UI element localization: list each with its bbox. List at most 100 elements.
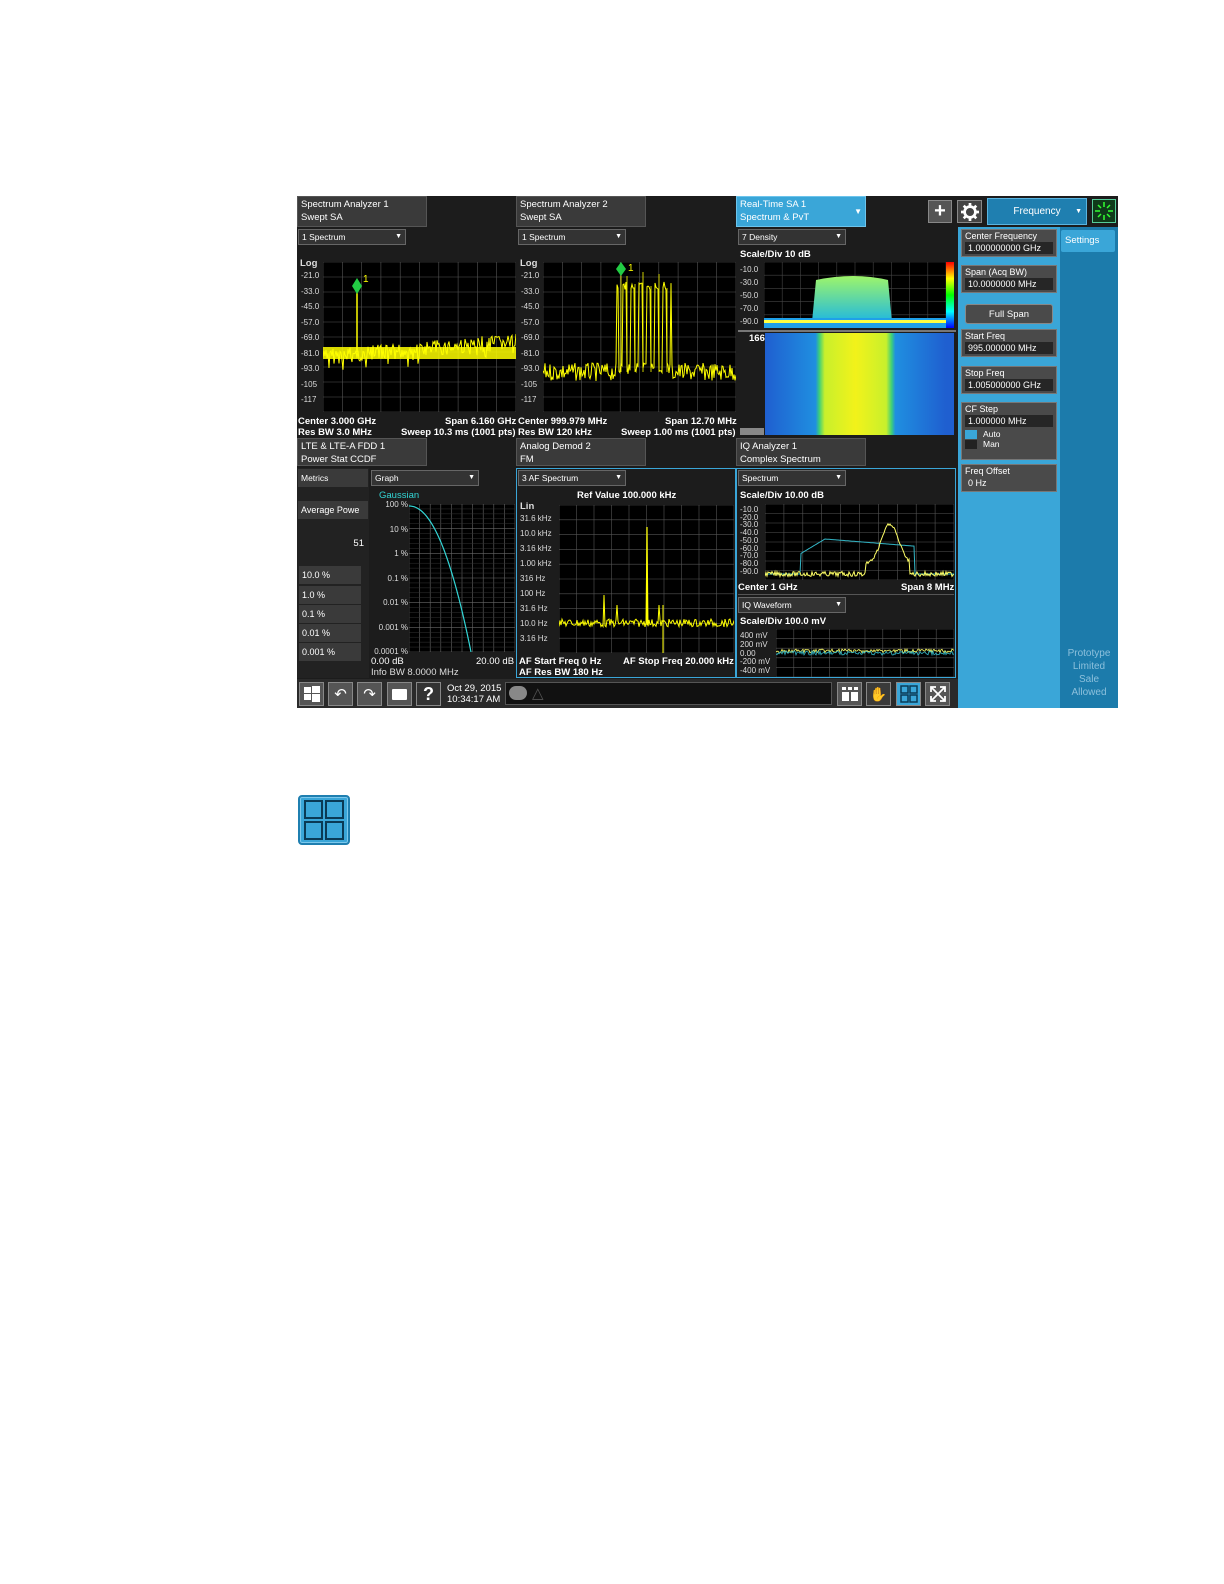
message-icon xyxy=(509,686,527,700)
full-screen-button[interactable] xyxy=(925,682,950,706)
tab-settings[interactable]: Settings xyxy=(1061,230,1115,252)
y-tick-label: 100 Hz xyxy=(520,589,546,598)
metrics-tab[interactable]: Metrics xyxy=(298,469,368,487)
windows-start-button[interactable] xyxy=(299,682,324,706)
iq-waveform-plot[interactable] xyxy=(775,628,955,678)
acquisition-status-indicator[interactable] xyxy=(1092,199,1116,223)
iq-spectrum-select[interactable]: Spectrum ▼ xyxy=(738,470,846,486)
start-freq-field[interactable]: Start Freq 995.000000 MHz xyxy=(961,329,1057,357)
density-color-scale xyxy=(946,262,954,328)
y-tick-label: -117 xyxy=(521,395,537,404)
cf-step-value: 1.000000 MHz xyxy=(965,415,1053,427)
tab-line1: Real-Time SA 1 xyxy=(740,199,807,210)
freq-offset-field[interactable]: Freq Offset 0 Hz xyxy=(961,464,1057,492)
tab-lte-fdd-1[interactable]: LTE & LTE-A FDD 1 Power Stat CCDF xyxy=(297,438,427,466)
chevron-down-icon: ▼ xyxy=(854,207,862,216)
tab-line1: Analog Demod 2 xyxy=(520,441,591,452)
spectrogram-scroll-handle[interactable] xyxy=(740,428,764,435)
time: 10:34:17 AM xyxy=(447,694,501,705)
rt-density-plot[interactable] xyxy=(763,261,947,329)
sa1-window-select[interactable]: 1 Spectrum ▼ xyxy=(298,229,406,245)
watermark-line: Allowed xyxy=(1071,687,1107,698)
layout-tile-button[interactable] xyxy=(837,682,862,706)
y-tick-label: 316 Hz xyxy=(520,574,546,583)
chevron-down-icon: ▼ xyxy=(468,474,475,481)
y-tick-label: 31.6 Hz xyxy=(520,604,548,613)
y-tick-label: 1.00 kHz xyxy=(520,559,552,568)
ccdf-svg xyxy=(408,503,516,653)
help-button[interactable]: ? xyxy=(416,682,441,706)
y-tick-label: 100 % xyxy=(385,500,408,509)
redo-button[interactable]: ↷ xyxy=(357,682,382,706)
multi-window-button[interactable] xyxy=(896,682,921,706)
cf-step-auto-option[interactable]: Auto xyxy=(962,429,1056,439)
span-value: 10.0000000 MHz xyxy=(965,278,1053,290)
sa1-trace-band xyxy=(323,347,516,359)
freq-offset-label: Freq Offset xyxy=(965,466,1010,476)
sa1-plot[interactable]: 1 xyxy=(322,261,517,413)
marker-1-icon xyxy=(616,262,626,276)
watermark-line: Sale xyxy=(1078,674,1099,685)
tab-spectrum-analyzer-2[interactable]: Spectrum Analyzer 2 Swept SA xyxy=(516,196,646,227)
y-tick-label: -105 xyxy=(521,379,538,389)
tab-iq-analyzer-1[interactable]: IQ Analyzer 1 Complex Spectrum xyxy=(736,438,866,466)
watermark-line: Prototype xyxy=(1067,648,1111,659)
y-tick-label: -200 mV xyxy=(740,657,771,667)
stop-freq-field[interactable]: Stop Freq 1.005000000 GHz xyxy=(961,366,1057,394)
tab-line1: Spectrum Analyzer 1 xyxy=(301,199,389,210)
af-stop-freq: AF Stop Freq 20.000 kHz xyxy=(623,656,734,667)
message-bar[interactable]: △ xyxy=(505,682,832,705)
touch-lock-button[interactable]: ✋ xyxy=(866,682,891,706)
span-field[interactable]: Span (Acq BW) 10.0000000 MHz xyxy=(961,265,1057,293)
rt-window-select[interactable]: 7 Density ▼ xyxy=(738,229,846,245)
rt-window-label: 7 Density xyxy=(742,232,778,242)
taskbar: ↶ ↷ ? Oct 29, 2015 10:34:17 AM △ ✋ xyxy=(297,679,958,708)
tab-real-time-sa-1[interactable]: Real-Time SA 1 Spectrum & PvT ▼ xyxy=(736,196,866,227)
graph-select-label: Graph xyxy=(375,473,399,483)
chevron-down-icon: ▼ xyxy=(615,233,622,240)
undo-button[interactable]: ↶ xyxy=(328,682,353,706)
center-frequency-field[interactable]: Center Frequency 1.000000000 GHz xyxy=(961,229,1057,257)
ccdf-plot[interactable] xyxy=(408,503,516,653)
cf-step-man-option[interactable]: Man xyxy=(962,439,1056,449)
rt-density-hump xyxy=(812,276,892,322)
settings-button[interactable] xyxy=(957,200,982,223)
menu-panel: Settings Prototype Limited Sale Allowed xyxy=(1060,227,1118,708)
analyzer-screen: Spectrum Analyzer 1 Swept SA Spectrum An… xyxy=(297,196,1118,708)
lte-graph-select[interactable]: Graph ▼ xyxy=(371,470,479,486)
tab-line2: Swept SA xyxy=(301,212,343,223)
frequency-menu-button[interactable]: Frequency ▼ xyxy=(987,198,1087,225)
iq-waveform-svg xyxy=(775,628,955,678)
start-freq-label: Start Freq xyxy=(965,331,1006,341)
af-res-bw: AF Res BW 180 Hz xyxy=(519,667,603,678)
af-start-freq: AF Start Freq 0 Hz xyxy=(519,656,602,667)
sa2-scale-label: Log xyxy=(520,258,538,269)
sa2-plot[interactable]: 1 xyxy=(542,261,737,413)
ccdf-row: 10.0 % xyxy=(299,566,361,584)
cf-step-field[interactable]: CF Step 1.000000 MHz Auto Man xyxy=(961,402,1057,460)
settings-panel: Center Frequency 1.000000000 GHz Span (A… xyxy=(958,227,1060,708)
sa1-trace-svg: 1 xyxy=(322,261,517,413)
add-screen-button[interactable]: + xyxy=(928,200,952,223)
frequency-menu-label: Frequency xyxy=(1013,206,1061,217)
iq-waveform-select[interactable]: IQ Waveform ▼ xyxy=(738,597,846,613)
rt-spectrogram[interactable] xyxy=(765,333,946,435)
y-tick-label: -45.0 xyxy=(301,302,320,311)
iq-span: Span 8 MHz xyxy=(901,582,955,593)
file-button[interactable] xyxy=(387,682,412,706)
spectrogram-count: 166 xyxy=(749,333,765,344)
y-tick-label: -45.0 xyxy=(521,302,540,311)
tab-spectrum-analyzer-1[interactable]: Spectrum Analyzer 1 Swept SA xyxy=(297,196,427,227)
plus-icon: + xyxy=(934,200,946,222)
sa2-window-select[interactable]: 1 Spectrum ▼ xyxy=(518,229,626,245)
y-tick-label: -30.0 xyxy=(740,278,759,287)
y-tick-label: 1 % xyxy=(394,549,408,558)
radio-selected-icon xyxy=(965,429,977,439)
demod-window-select[interactable]: 3 AF Spectrum ▼ xyxy=(518,470,626,486)
full-span-button[interactable]: Full Span xyxy=(965,304,1053,324)
rt-density-svg xyxy=(763,261,947,329)
marker-1-icon xyxy=(352,278,362,294)
demod-plot[interactable] xyxy=(558,504,735,654)
tab-analog-demod-2[interactable]: Analog Demod 2 FM xyxy=(516,438,646,466)
iq-spectrum-plot[interactable] xyxy=(764,503,955,581)
